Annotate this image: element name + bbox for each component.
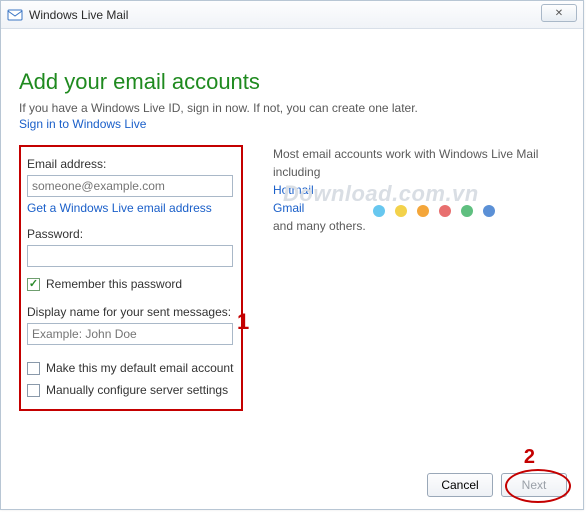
password-label: Password: — [27, 227, 235, 241]
manual-config-label: Manually configure server settings — [46, 383, 228, 397]
dot-icon — [395, 205, 407, 217]
email-label: Email address: — [27, 157, 235, 171]
info-panel: Most email accounts work with Windows Li… — [273, 145, 565, 411]
default-account-checkbox[interactable] — [27, 362, 40, 375]
app-icon — [7, 7, 23, 23]
info-text-2: and many others. — [273, 219, 366, 233]
annotation-1: 1 — [237, 309, 249, 335]
dot-icon — [417, 205, 429, 217]
password-field[interactable] — [27, 245, 233, 267]
window-title: Windows Live Mail — [29, 8, 128, 22]
dot-icon — [483, 205, 495, 217]
color-dots — [373, 205, 495, 217]
get-address-link[interactable]: Get a Windows Live email address — [27, 201, 212, 215]
info-text-1: Most email accounts work with Windows Li… — [273, 145, 565, 181]
cancel-button[interactable]: Cancel — [427, 473, 493, 497]
dot-icon — [373, 205, 385, 217]
next-button[interactable]: Next — [501, 473, 567, 497]
default-account-label: Make this my default email account — [46, 361, 233, 375]
manual-config-checkbox[interactable] — [27, 384, 40, 397]
display-name-field[interactable] — [27, 323, 233, 345]
close-icon: ✕ — [555, 8, 563, 19]
close-button[interactable]: ✕ — [541, 4, 577, 22]
dot-icon — [461, 205, 473, 217]
page-subtitle: If you have a Windows Live ID, sign in n… — [19, 101, 565, 115]
remember-password-checkbox[interactable] — [27, 278, 40, 291]
remember-password-label: Remember this password — [46, 277, 182, 291]
dot-icon — [439, 205, 451, 217]
annotation-2: 2 — [524, 446, 535, 469]
display-name-label: Display name for your sent messages: — [27, 305, 235, 319]
page-title: Add your email accounts — [19, 69, 565, 95]
form-panel: Email address: Get a Windows Live email … — [19, 145, 243, 411]
signin-link[interactable]: Sign in to Windows Live — [19, 117, 565, 131]
email-field[interactable] — [27, 175, 233, 197]
titlebar: Windows Live Mail ✕ — [1, 1, 583, 29]
